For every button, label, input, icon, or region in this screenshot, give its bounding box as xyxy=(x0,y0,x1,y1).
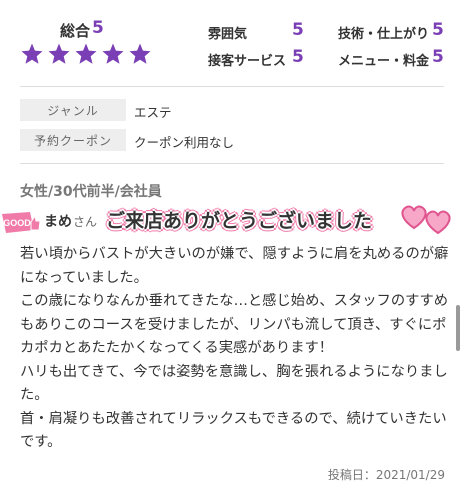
review-paragraph: この歳になりなんか垂れてきたな…と感じ始め、スタッフのすすめもありこのコースを受… xyxy=(20,293,449,356)
reviewer-name: まめ xyxy=(44,214,72,230)
star-rating xyxy=(20,42,152,66)
review-paragraph: 首・肩凝りも改善されてリラックスもできるので、続けていきたいです。 xyxy=(20,410,447,451)
rating-score-menu-price: 5 xyxy=(432,47,444,67)
star-icon xyxy=(21,43,43,64)
overall-rating-label: 総合 xyxy=(60,22,91,40)
star-icon xyxy=(48,43,70,64)
good-badge-icon: GOOD xyxy=(0,208,42,238)
genre-value: エステ xyxy=(134,105,172,120)
review-title: ご来店ありがとうございました xyxy=(106,210,373,232)
coupon-value: クーポン利用なし xyxy=(134,135,235,150)
star-icon xyxy=(75,43,97,64)
divider xyxy=(20,86,444,87)
overall-rating-score: 5 xyxy=(92,18,104,38)
rating-score-technique: 5 xyxy=(432,20,444,40)
review-body: 若い頃からバストが大きいのが嫌で、隠すように肩を丸めるのが癖になっていました。 … xyxy=(20,243,452,455)
review-paragraph: 若い頃からバストが大きいのが嫌で、隠すように肩を丸めるのが癖になっていました。 xyxy=(20,246,449,286)
star-icon xyxy=(102,43,124,64)
rating-label-service: 接客サービス xyxy=(208,54,287,69)
rating-label-menu-price: メニュー・料金 xyxy=(338,54,430,69)
rating-label-technique: 技術・仕上がり xyxy=(338,27,430,42)
review-paragraph: ハリも出てきて、今では姿勢を意識し、胸を張れるようになりました。 xyxy=(20,363,448,404)
coupon-label: 予約クーポン xyxy=(20,129,126,151)
reviewer-meta: 女性/30代前半/会社員 xyxy=(20,184,162,200)
star-icon xyxy=(129,43,151,64)
genre-label: ジャンル xyxy=(20,99,126,121)
divider xyxy=(20,163,444,164)
rating-score-service: 5 xyxy=(292,47,304,67)
reviewer-honorific: さん xyxy=(73,215,98,229)
post-date: 投稿日：2021/01/29 xyxy=(327,468,445,482)
scrollbar[interactable] xyxy=(456,305,460,351)
rating-score-atmosphere: 5 xyxy=(292,20,304,40)
good-badge-text: GOOD xyxy=(3,218,31,228)
hearts-icon xyxy=(398,202,454,236)
rating-label-atmosphere: 雰囲気 xyxy=(208,27,248,42)
